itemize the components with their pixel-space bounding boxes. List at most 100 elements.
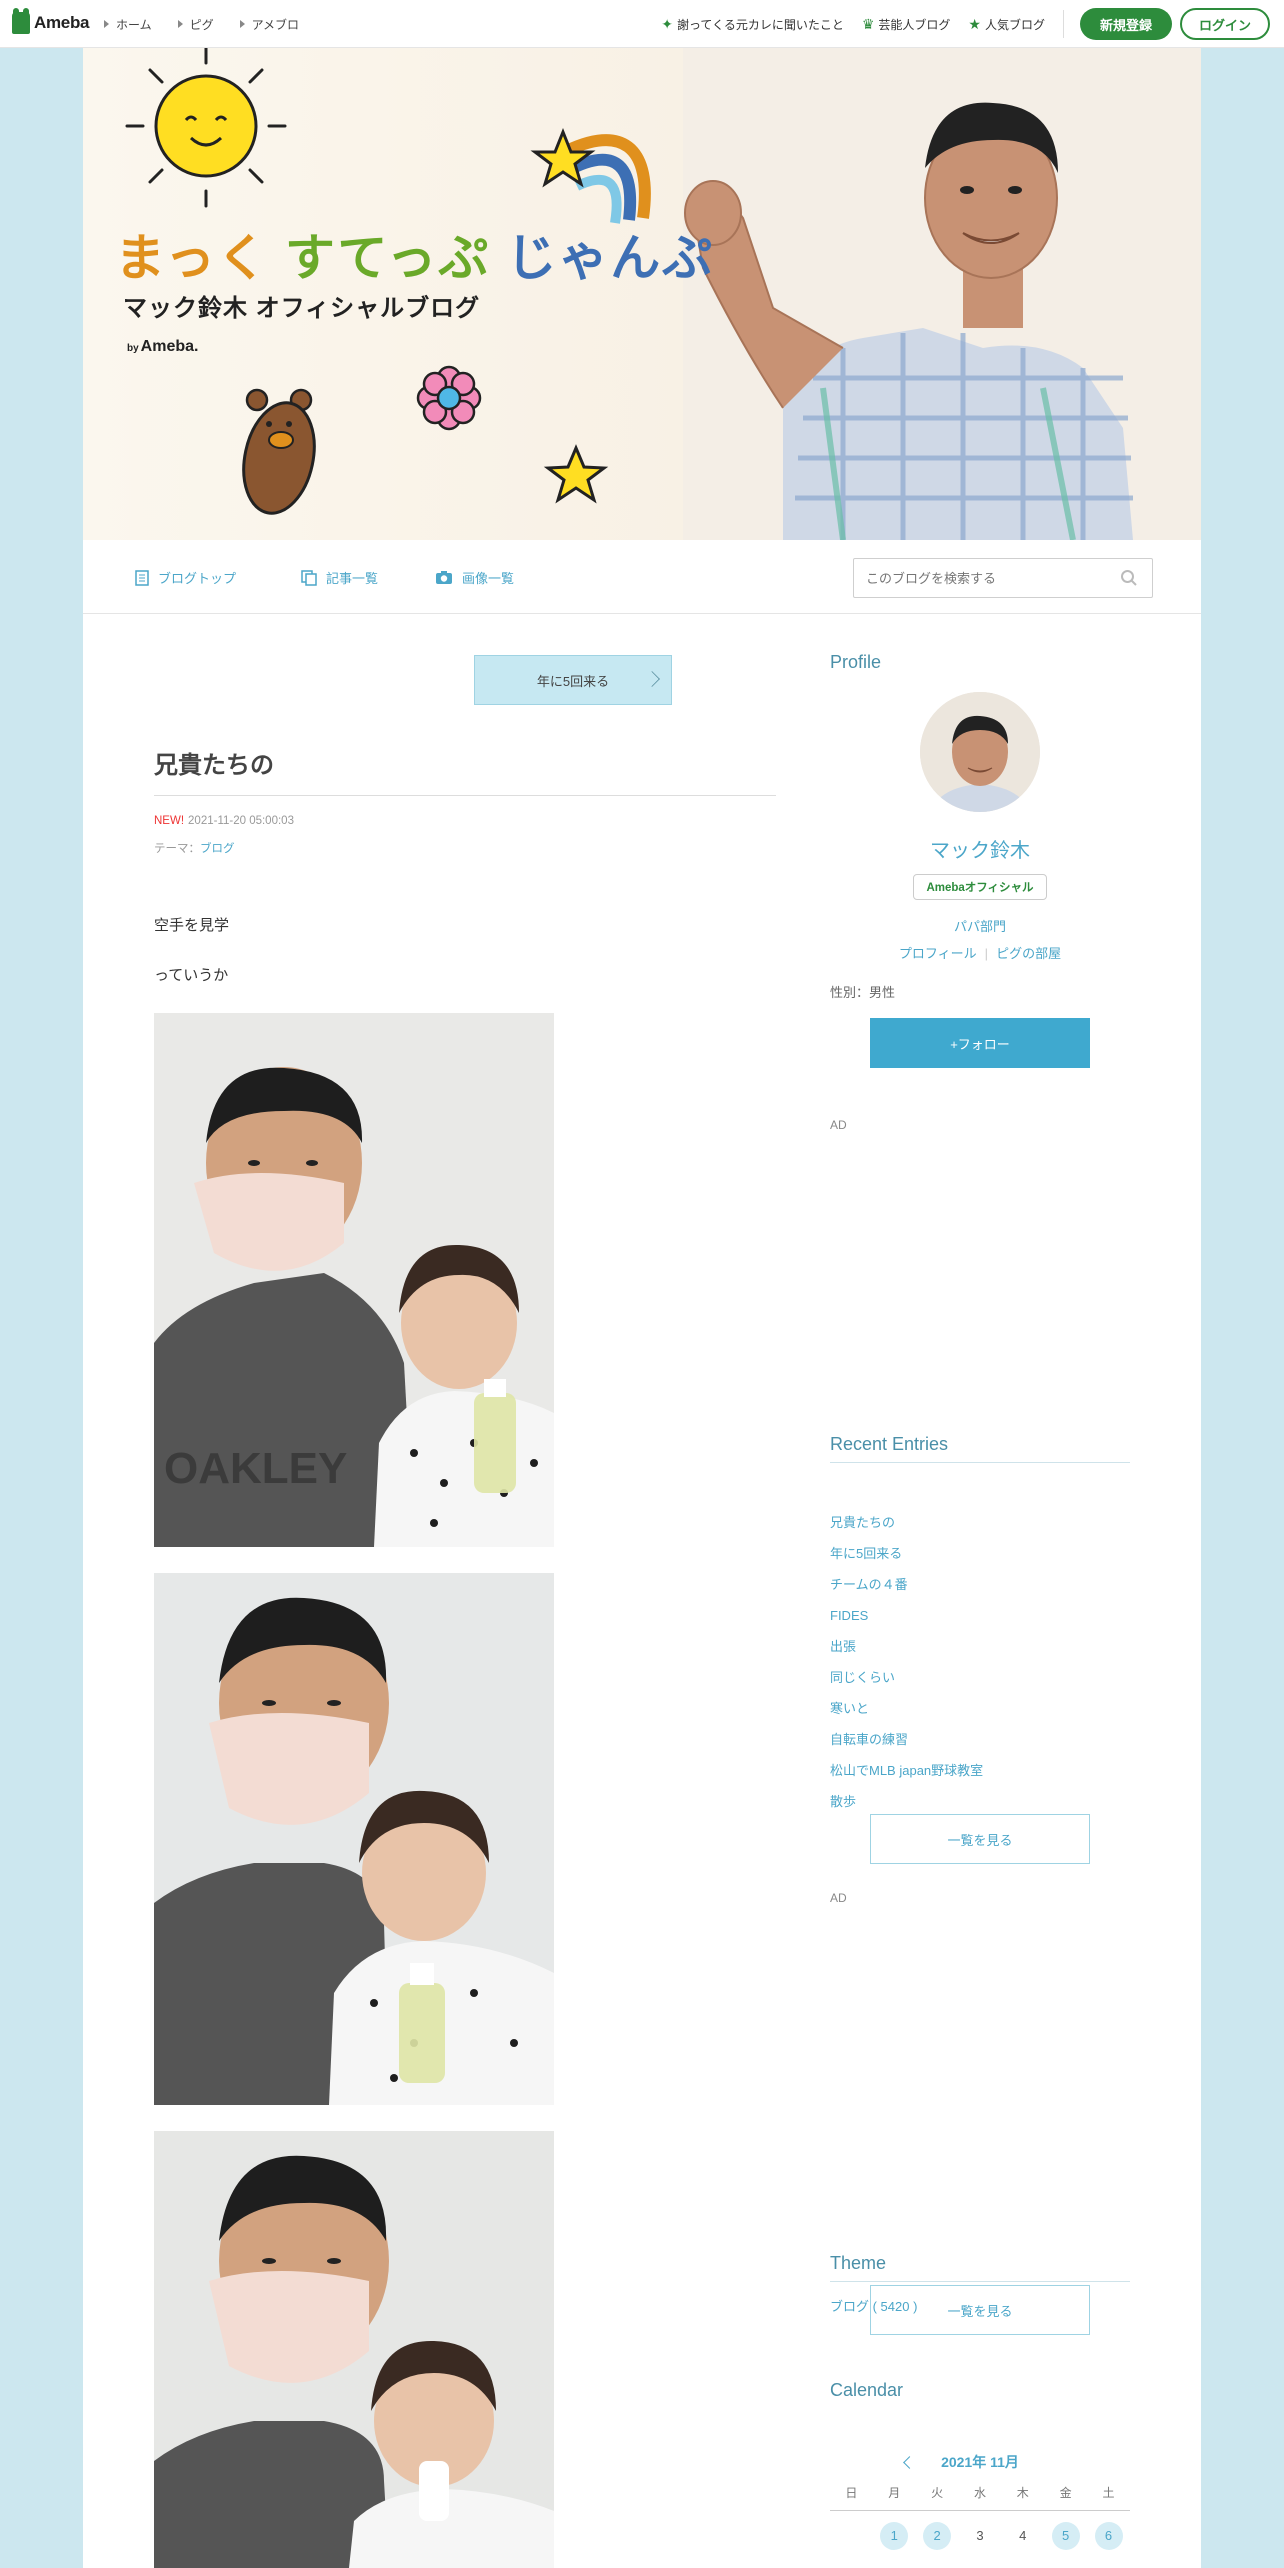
weekday-tue: 火 — [915, 2476, 959, 2511]
svg-text:OAKLEY: OAKLEY — [164, 1444, 347, 1493]
calendar-month: 2021年 11月 — [941, 2454, 1019, 2470]
register-button[interactable]: 新規登録 — [1080, 8, 1172, 40]
global-header-right: ✦ 謝ってくる元カレに聞いたこと ♛ 芸能人ブログ ★ 人気ブログ 新規登録 ログイン — [661, 8, 1270, 40]
calendar-day: 4 — [1001, 2510, 1044, 2562]
flower-illustration — [416, 365, 482, 431]
calendar-day-number[interactable]: 2 — [923, 2522, 952, 2551]
calendar-day-number[interactable]: 5 — [1051, 2522, 1080, 2551]
profile-category[interactable]: パパ部門 — [830, 916, 1130, 935]
calendar-day[interactable]: 13 — [1087, 2562, 1130, 2568]
blog-header-banner[interactable]: まっく すてっぷ じゃんぷ マック鈴木 オフィシャルブログ by Ameba. — [83, 48, 1201, 540]
calendar-day[interactable]: 7 — [830, 2562, 873, 2568]
small-star-illustration — [543, 444, 609, 504]
banner-by-label: by — [127, 343, 139, 354]
article-paragraph: 空手を見学 — [154, 917, 230, 934]
nav-ameblo[interactable]: アメブロ — [239, 16, 300, 33]
article-divider — [154, 795, 776, 796]
recent-entry-link[interactable]: 年に5回来る — [830, 1544, 983, 1575]
bear-illustration — [242, 388, 316, 515]
calendar-table: 日 月 火 水 木 金 土 12345678910111213 — [830, 2476, 1130, 2568]
prev-entry-label: 年に5回来る — [536, 673, 610, 689]
article-title: 兄貴たちの — [154, 752, 274, 779]
article-photo-1[interactable]: OAKLEY — [154, 1013, 554, 1547]
banner-by-ameba: by Ameba. — [127, 338, 198, 356]
profile-links: プロフィール | ピグの部屋 — [830, 943, 1130, 962]
profile-name[interactable]: マック鈴木 — [830, 834, 1130, 863]
recent-entry-link[interactable]: FIDES — [830, 1606, 983, 1637]
calendar-day: 8 — [873, 2562, 916, 2568]
blog-nav-images[interactable]: 画像一覧 — [435, 568, 514, 587]
recent-entries-rule — [830, 1462, 1130, 1463]
nav-home[interactable]: ホーム — [104, 16, 152, 33]
recent-entry-link[interactable]: チームの４番 — [830, 1575, 983, 1606]
avatar-image — [920, 692, 1040, 812]
article-meta: NEW! 2021-11-20 05:00:03 — [154, 815, 294, 827]
header-link-popular[interactable]: ★ 人気ブログ — [968, 16, 1045, 33]
recent-entry-link[interactable]: 兄貴たちの — [830, 1513, 983, 1544]
nav-pig-label: ピグ — [189, 18, 214, 32]
prev-entry-link[interactable]: 年に5回来る — [474, 655, 672, 705]
shooting-star-illustration — [530, 127, 651, 224]
recent-see-all-button[interactable]: 一覧を見る — [870, 1814, 1090, 1864]
blog-nav-top[interactable]: ブログトップ — [135, 568, 236, 587]
profile-gender: 性別：男性 — [830, 985, 896, 1000]
official-badge[interactable]: Amebaオフィシャル — [913, 874, 1047, 900]
calendar-day-number[interactable]: 1 — [880, 2522, 909, 2551]
article-theme: テーマ：ブログ — [154, 840, 235, 856]
ameba-logo-text: Ameba — [34, 13, 90, 32]
global-nav: ホーム ピグ アメブロ — [104, 16, 299, 33]
login-button[interactable]: ログイン — [1180, 8, 1270, 40]
theme-rule — [830, 2281, 1130, 2282]
profile-avatar[interactable] — [920, 692, 1040, 812]
article-theme-link[interactable]: ブログ — [200, 843, 235, 855]
recent-entry-link[interactable]: 寒いと — [830, 1699, 983, 1730]
calendar-day[interactable]: 9 — [916, 2562, 959, 2568]
recent-entry-link[interactable]: 松山でMLB japan野球教室 — [830, 1761, 983, 1792]
calendar-day-number[interactable]: 6 — [1094, 2522, 1123, 2551]
weekday-thu: 木 — [1001, 2476, 1045, 2511]
blog-search-input[interactable] — [854, 559, 1104, 597]
article-photo-3[interactable] — [154, 2131, 554, 2568]
calendar-day[interactable]: 5 — [1044, 2510, 1087, 2562]
banner-title-part-2: すてっぷ — [284, 230, 491, 286]
sun-illustration — [125, 48, 287, 208]
weekday-wed: 水 — [958, 2476, 1002, 2511]
pig-room-link[interactable]: ピグの部屋 — [996, 946, 1061, 961]
photo-man-girl — [154, 1573, 554, 2105]
article-theme-prefix: テーマ： — [154, 843, 200, 855]
star-icon: ★ — [968, 15, 981, 32]
header-link-popular-label: 人気ブログ — [984, 17, 1045, 32]
nav-ameblo-label: アメブロ — [251, 18, 300, 32]
calendar-day[interactable]: 12 — [1044, 2562, 1087, 2568]
banner-by-brand: Ameba. — [140, 338, 199, 355]
profile-link[interactable]: プロフィール — [899, 946, 977, 961]
header-link-feature[interactable]: ✦ 謝ってくる元カレに聞いたこと — [661, 16, 844, 33]
ameba-logo-icon — [12, 8, 30, 34]
copy-icon — [301, 569, 317, 586]
recent-entry-link[interactable]: 出張 — [830, 1637, 983, 1668]
search-icon[interactable] — [1120, 569, 1138, 587]
recent-entry-link[interactable]: 同じくらい — [830, 1668, 983, 1699]
weekday-fri: 金 — [1044, 2476, 1088, 2511]
recent-entry-link[interactable]: 自転車の練習 — [830, 1730, 983, 1761]
theme-see-all-button[interactable]: 一覧を見る — [870, 2285, 1090, 2335]
nav-pig[interactable]: ピグ — [177, 16, 214, 33]
banner-title: まっく すてっぷ じゃんぷ — [115, 218, 714, 290]
follow-button[interactable]: +フォロー — [870, 1018, 1090, 1068]
calendar-day[interactable]: 1 — [873, 2510, 916, 2562]
header-link-celebrity[interactable]: ♛ 芸能人ブログ — [862, 16, 951, 33]
crown-icon: ♛ — [861, 15, 875, 32]
ad-label: AD — [830, 1118, 847, 1132]
calendar-heading: Calendar — [830, 2380, 904, 2400]
article-paragraph: っていうか — [154, 967, 229, 984]
blog-nav-entries[interactable]: 記事一覧 — [301, 568, 378, 587]
calendar-day[interactable]: 6 — [1087, 2510, 1130, 2562]
article-photo-2[interactable] — [154, 1573, 554, 2105]
banner-title-part-1: まっく — [115, 230, 269, 286]
profile-heading: Profile — [830, 652, 882, 672]
theme-heading: Theme — [830, 2253, 887, 2273]
calendar-day[interactable]: 2 — [916, 2510, 959, 2562]
header-link-celebrity-label: 芸能人ブログ — [878, 17, 951, 32]
blog-search — [853, 558, 1153, 598]
ameba-logo[interactable]: Ameba — [12, 8, 90, 34]
